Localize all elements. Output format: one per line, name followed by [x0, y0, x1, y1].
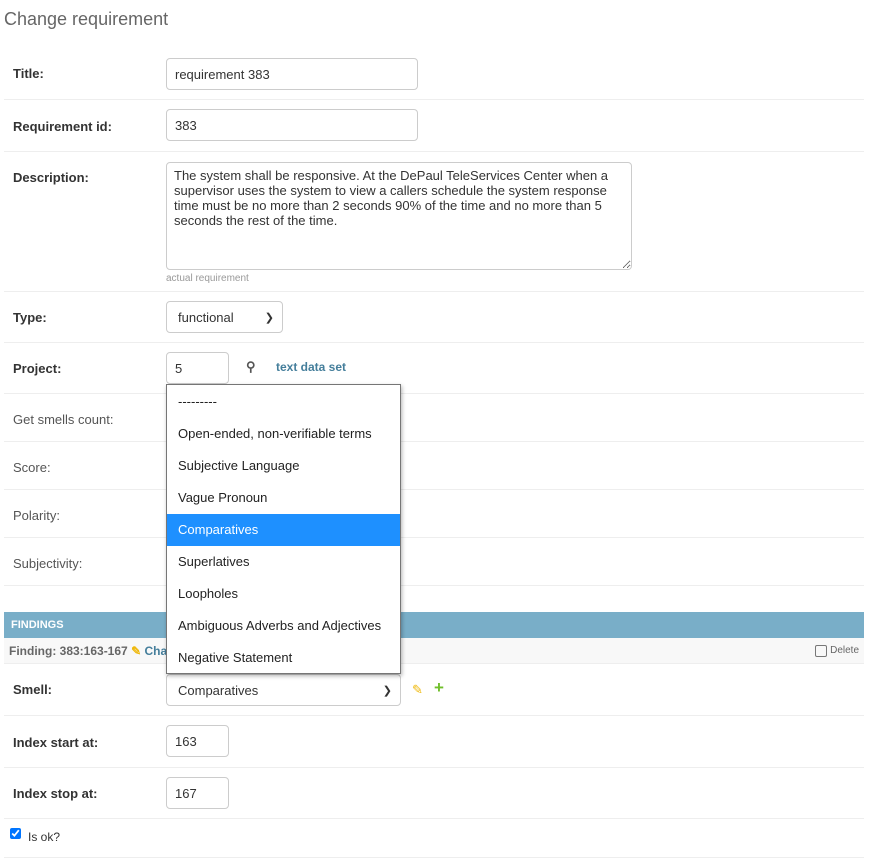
- smell-dropdown-list: --------- Open-ended, non-verifiable ter…: [166, 384, 401, 674]
- dropdown-option[interactable]: Superlatives: [167, 546, 400, 578]
- finding-title: Finding: 383:163-167: [9, 644, 128, 658]
- smell-value: Comparatives: [178, 682, 259, 698]
- row-smell: Smell: Comparatives ❯ ✎ +: [4, 664, 864, 716]
- index-start-label: Index start at:: [13, 735, 99, 750]
- index-stop-input[interactable]: 167: [166, 777, 229, 809]
- row-polarity: Polarity:: [4, 490, 864, 538]
- title-input[interactable]: requirement 383: [166, 58, 418, 90]
- dropdown-option-selected[interactable]: Comparatives: [167, 514, 400, 546]
- smell-select[interactable]: Comparatives ❯: [166, 674, 401, 706]
- type-value: functional: [178, 309, 234, 325]
- title-label: Title:: [13, 66, 44, 81]
- delete-label: Delete: [830, 645, 859, 656]
- index-stop-label: Index stop at:: [13, 786, 98, 801]
- dropdown-option[interactable]: Subjective Language: [167, 450, 400, 482]
- is-ok-label: Is ok?: [28, 830, 61, 844]
- type-select[interactable]: functional ❯: [166, 301, 283, 333]
- add-plus-icon[interactable]: +: [434, 678, 444, 698]
- row-subjectivity: Subjectivity:: [4, 538, 864, 586]
- get-smells-count-label: Get smells count:: [13, 412, 114, 427]
- row-project: Project: 5 ⚲ text data set: [4, 343, 864, 394]
- type-label: Type:: [13, 310, 47, 325]
- requirement-id-label: Requirement id:: [13, 119, 112, 134]
- row-requirement-id: Requirement id: 383: [4, 100, 864, 152]
- delete-checkbox[interactable]: [815, 645, 828, 657]
- dropdown-option[interactable]: Loopholes: [167, 578, 400, 610]
- dropdown-option[interactable]: Open-ended, non-verifiable terms: [167, 418, 400, 450]
- row-is-ok: Is ok?: [4, 819, 864, 858]
- dropdown-option[interactable]: ---------: [167, 386, 400, 418]
- row-title: Title: requirement 383: [4, 48, 864, 100]
- dropdown-option[interactable]: Negative Statement: [167, 642, 400, 674]
- score-label: Score:: [13, 460, 51, 475]
- edit-pencil-icon[interactable]: ✎: [412, 682, 423, 698]
- requirement-id-input[interactable]: 383: [166, 109, 418, 141]
- description-textarea[interactable]: The system shall be responsive. At the D…: [166, 162, 632, 270]
- row-index-stop: Index stop at: 167: [4, 768, 864, 819]
- findings-header: FINDINGS: [4, 612, 864, 638]
- row-score: Score:: [4, 442, 864, 490]
- pencil-icon: ✎: [131, 644, 142, 658]
- row-description: Description: The system shall be respons…: [4, 152, 864, 292]
- subjectivity-label: Subjectivity:: [13, 556, 83, 571]
- dropdown-option[interactable]: Vague Pronoun: [167, 482, 400, 514]
- project-label: Project:: [13, 361, 62, 376]
- dropdown-option[interactable]: Ambiguous Adverbs and Adjectives: [167, 610, 400, 642]
- delete-control[interactable]: Delete: [815, 638, 859, 664]
- description-help: actual requirement: [166, 273, 249, 284]
- row-index-start: Index start at: 163: [4, 716, 864, 768]
- finding-subheader: Finding: 383:163-167 ✎ Change Delete: [4, 638, 864, 664]
- row-type: Type: functional ❯: [4, 292, 864, 343]
- chevron-down-icon: ❯: [264, 311, 274, 324]
- index-start-input[interactable]: 163: [166, 725, 229, 757]
- project-input[interactable]: 5: [166, 352, 229, 384]
- description-label: Description:: [13, 170, 89, 185]
- polarity-label: Polarity:: [13, 508, 60, 523]
- row-get-smells-count: Get smells count:: [4, 394, 864, 442]
- is-ok-checkbox[interactable]: [10, 828, 21, 839]
- project-link[interactable]: text data set: [276, 360, 346, 374]
- chevron-down-icon: ❯: [382, 684, 392, 697]
- smell-label: Smell:: [13, 682, 53, 697]
- page-title: Change requirement: [4, 9, 169, 29]
- search-icon[interactable]: ⚲: [246, 359, 256, 375]
